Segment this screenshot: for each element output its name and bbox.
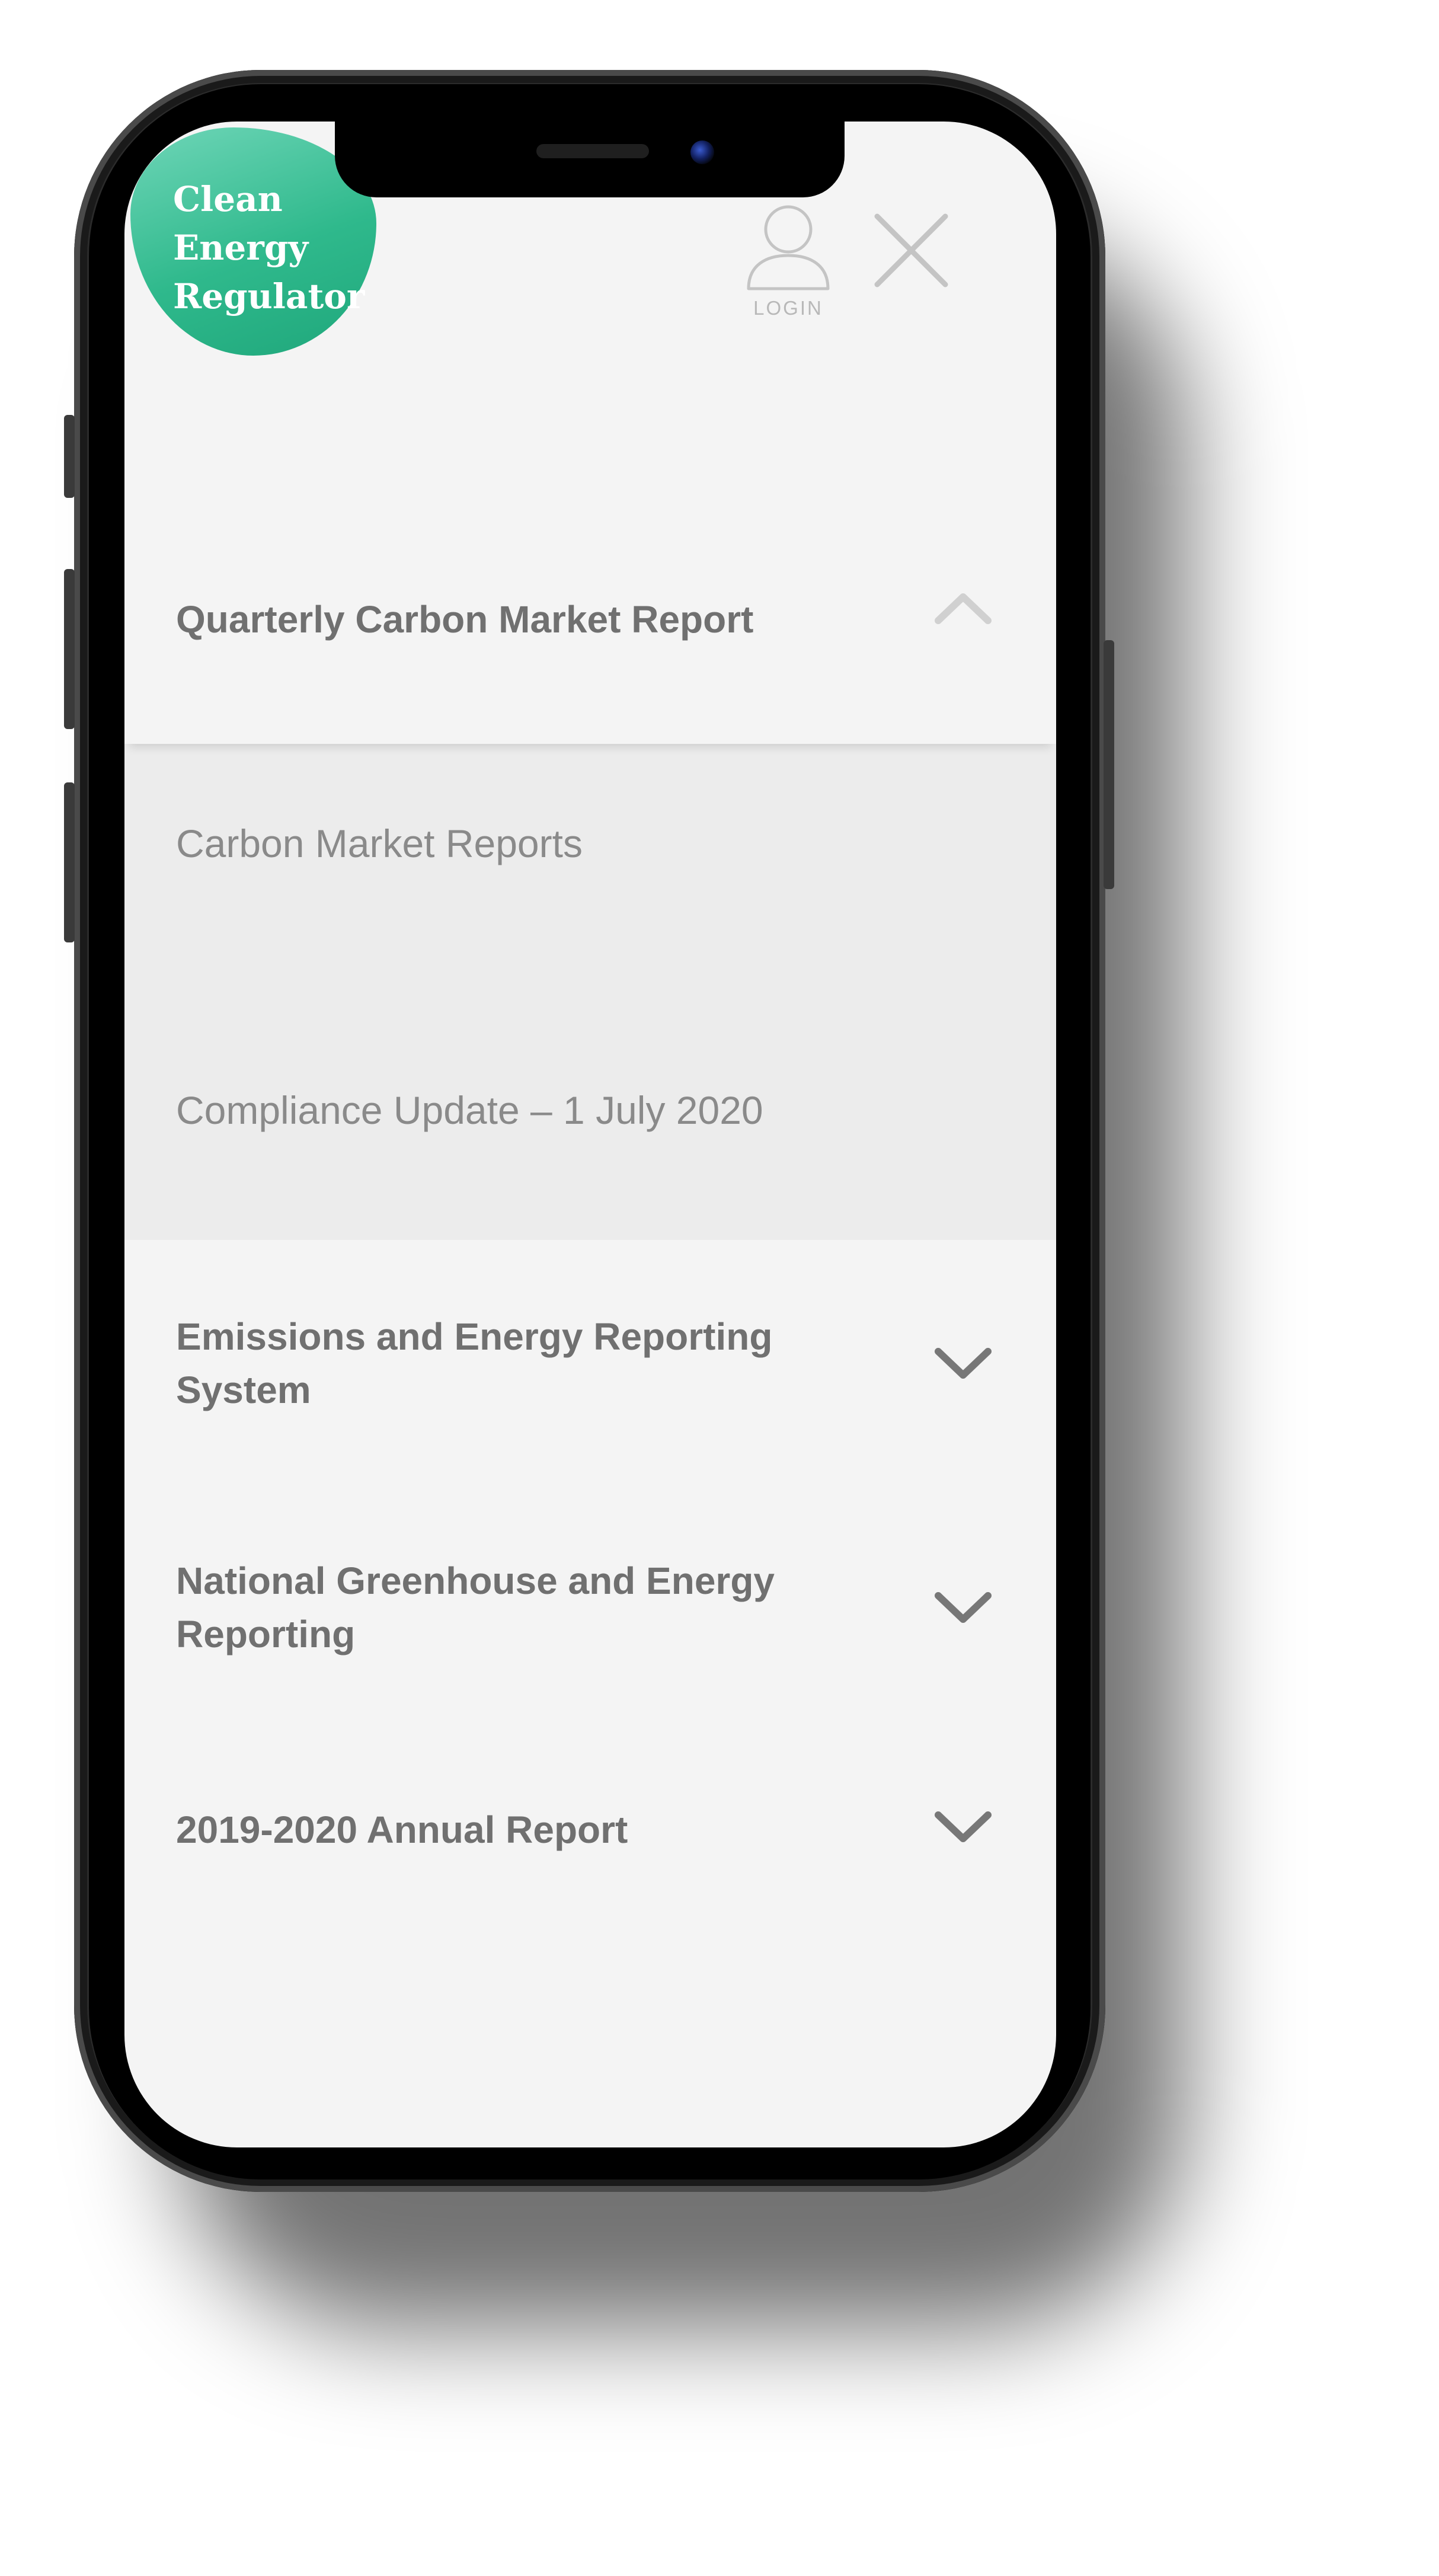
menu-item-label: Quarterly Carbon Market Report	[176, 598, 754, 641]
chevron-down-icon[interactable]	[933, 1810, 993, 1846]
close-icon	[874, 213, 948, 287]
menu-item-label: Emissions and Energy Reporting System	[176, 1315, 773, 1411]
submenu-item-compliance-update[interactable]: Compliance Update – 1 July 2020	[176, 1088, 763, 1133]
menu-item-quarterly-carbon-market-report[interactable]: Quarterly Carbon Market Report	[124, 367, 1056, 744]
phone-notch	[335, 122, 845, 197]
phone-power-button	[1104, 640, 1114, 889]
phone-mute-switch	[64, 415, 75, 498]
logo-text: Clean Energy Regulator	[173, 179, 365, 317]
chevron-down-icon[interactable]	[933, 1591, 993, 1626]
menu-item-emissions-energy-reporting[interactable]: Emissions and Energy Reporting System	[124, 1240, 1056, 1489]
menu-item-label: National Greenhouse and Energy Reporting	[176, 1559, 775, 1655]
chevron-up-icon[interactable]	[933, 590, 993, 625]
close-menu-button[interactable]	[871, 210, 951, 290]
phone-volume-up	[64, 569, 75, 729]
phone-volume-down	[64, 782, 75, 942]
user-icon	[747, 205, 830, 290]
menu-item-national-greenhouse-energy-reporting[interactable]: National Greenhouse and Energy Reporting	[124, 1489, 1056, 1738]
menu-item-label: 2019-2020 Annual Report	[176, 1808, 628, 1851]
login-label: LOGIN	[753, 297, 823, 319]
phone-screen: Clean Energy Regulator LOGIN Quarterly C…	[124, 122, 1056, 2147]
menu-item-annual-report[interactable]: 2019-2020 Annual Report	[124, 1738, 1056, 1987]
submenu: Carbon Market Reports Compliance Update …	[124, 744, 1056, 1240]
navigation-menu: Quarterly Carbon Market Report Carbon Ma…	[124, 367, 1056, 1987]
chevron-down-icon[interactable]	[933, 1347, 993, 1382]
login-button[interactable]: LOGIN	[744, 199, 833, 319]
speaker-grille	[536, 144, 649, 158]
front-camera	[690, 140, 714, 164]
submenu-item-carbon-market-reports[interactable]: Carbon Market Reports	[176, 821, 583, 866]
